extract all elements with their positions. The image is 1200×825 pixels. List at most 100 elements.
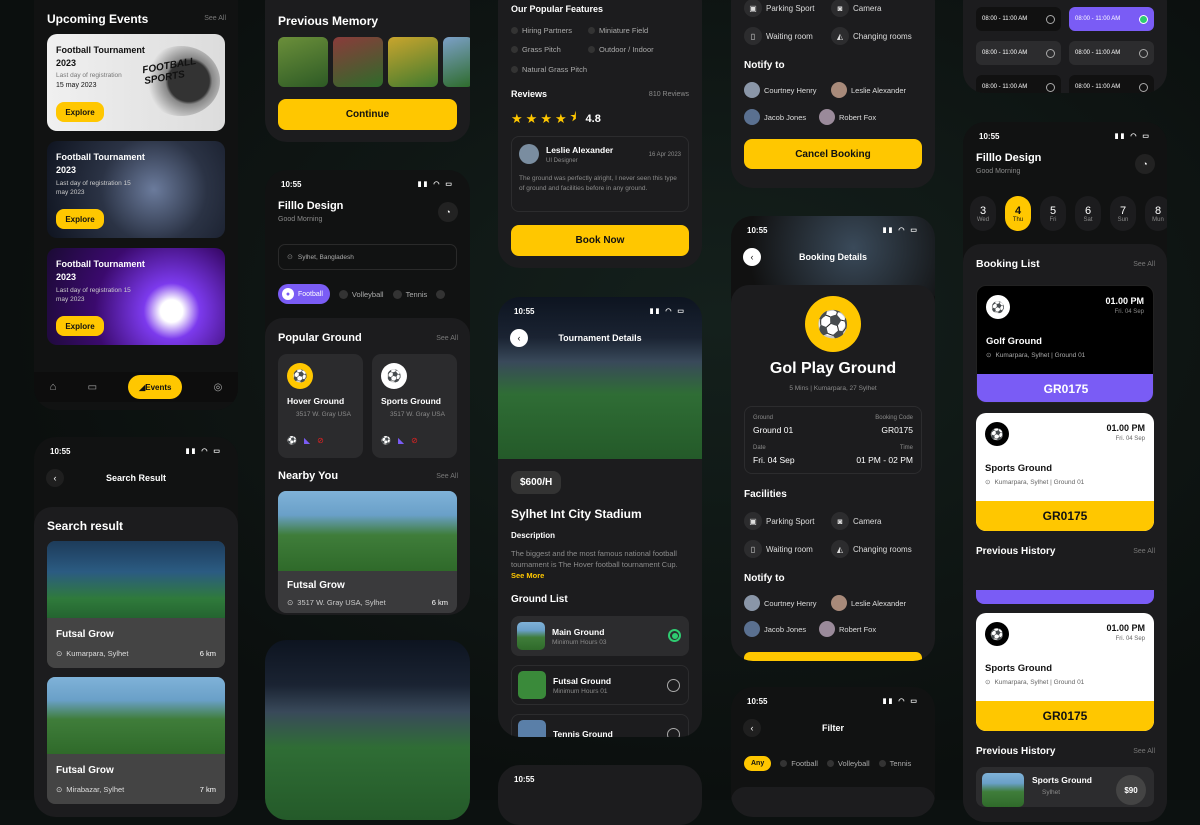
memory-thumb[interactable] xyxy=(278,37,328,87)
check-icon xyxy=(511,66,518,73)
time-slot[interactable]: 08:00 - 11:00 AM xyxy=(1069,75,1154,93)
day-item[interactable]: 8 Mun xyxy=(1145,196,1167,231)
booking-list-screen: 10:55 ▮▮ ◠ ▭ Filllo Design Good Morning ◔… xyxy=(963,122,1167,822)
notification-bell-icon[interactable]: ◔ xyxy=(1135,154,1155,174)
time-slot[interactable]: 08:00 - 11:00 AM xyxy=(976,7,1061,31)
day-item[interactable]: 6 Sat xyxy=(1075,196,1101,231)
avatar xyxy=(744,621,760,637)
ticket-location: ⊙ Kumarpara, Sylhet | Ground 01 xyxy=(985,478,1085,487)
ticket-strip xyxy=(976,590,1154,604)
ground-list-item[interactable]: Tennis Ground xyxy=(511,714,689,737)
see-all-link[interactable]: See All xyxy=(1133,548,1155,555)
ticket-time: 01.00 PM xyxy=(1106,623,1145,633)
booking-ticket[interactable]: ⚽ 01.00 PM Fri. 04 Sep Sports Ground ⊙ Ku… xyxy=(976,613,1154,731)
facilities-title: Facilities xyxy=(744,489,787,500)
cancel-booking-button[interactable]: Cancel Booking xyxy=(744,139,922,169)
review-card: Leslie Alexander UI Designer 16 Apr 2023… xyxy=(511,136,689,212)
sport-tab-football[interactable]: ● Football xyxy=(278,284,330,304)
radio-unselected[interactable] xyxy=(667,679,680,692)
event-card[interactable]: Football Tournament 2023 Last day of reg… xyxy=(47,141,225,238)
booking-ticket[interactable]: ⚽ 01.00 PM Fri. 04 Sep Sports Ground ⊙ Ku… xyxy=(976,413,1154,531)
notify-person[interactable]: Leslie Alexander xyxy=(831,82,906,98)
pin-icon: ⊙ xyxy=(985,679,991,686)
filter-chip-tennis[interactable]: Tennis xyxy=(878,759,911,768)
notify-person[interactable]: Leslie Alexander xyxy=(831,595,906,611)
check-icon xyxy=(511,46,518,53)
explore-button[interactable]: Explore xyxy=(56,316,104,336)
time-slot[interactable]: 08:00 - 11:00 AM xyxy=(1069,41,1154,65)
more-sports-icon[interactable] xyxy=(436,289,446,299)
ground-card[interactable]: ⚽ Sports Ground 3517 W. Gray USA ⚽ ◣ ⊘ xyxy=(372,354,457,458)
time-slot[interactable]: 08:00 - 11:00 AM xyxy=(976,41,1061,65)
profile-icon[interactable]: ◎ xyxy=(214,382,223,393)
filter-chip-any[interactable]: Any xyxy=(744,756,772,771)
nearby-card[interactable]: Futsal Grow ⊙ 3517 W. Gray USA, Sylhet 6 … xyxy=(278,491,457,613)
see-more-link[interactable]: See More xyxy=(511,571,544,580)
section-title: Popular Ground xyxy=(278,332,362,344)
filter-chip-volleyball[interactable]: Volleyball xyxy=(826,759,870,768)
time-slot[interactable]: 08:00 - 11:00 AM xyxy=(976,75,1061,93)
ground-list-item[interactable]: Futsal Ground Minimum Hours 01 xyxy=(511,665,689,705)
radio-selected[interactable] xyxy=(668,629,681,642)
football-icon: ● xyxy=(282,288,294,300)
avatar xyxy=(744,82,760,98)
location-input[interactable]: ⊙ Sylhet, Bangladesh xyxy=(278,244,457,270)
ground-list-item[interactable]: Main Ground Minimum Hours 03 xyxy=(511,616,689,656)
result-card[interactable]: Futsal Grow ⊙ Kumarpara, Sylhet 6 km xyxy=(47,541,225,668)
status-icons: ▮▮ ◠ ▭ xyxy=(649,308,686,315)
see-all-link[interactable]: See All xyxy=(1133,748,1155,755)
history-thumb xyxy=(982,773,1024,807)
continue-button[interactable]: Continue xyxy=(278,99,457,130)
memory-thumb[interactable] xyxy=(333,37,383,87)
home-icon[interactable]: ⌂ xyxy=(50,381,57,393)
memory-thumb[interactable] xyxy=(443,37,470,87)
notify-person[interactable]: Courtney Henry xyxy=(744,595,817,611)
explore-button[interactable]: Explore xyxy=(56,102,104,122)
history-item[interactable]: Sports Ground Sylhet $90 xyxy=(976,767,1154,807)
notify-person[interactable]: Jacob Jones xyxy=(744,621,806,637)
see-all-link[interactable]: See All xyxy=(436,335,458,342)
notification-bell-icon[interactable]: ◔ xyxy=(438,202,458,222)
memory-thumb[interactable] xyxy=(388,37,438,87)
result-card[interactable]: Futsal Grow ⊙ Mirabazar, Sylhet 7 km xyxy=(47,677,225,804)
day-item-selected[interactable]: 4 Thu xyxy=(1005,196,1031,231)
event-card[interactable]: FOOTBALL SPORTS Football Tournament 2023… xyxy=(47,34,225,131)
nav-events-tab[interactable]: ◢ Events xyxy=(128,375,183,399)
radio-unselected xyxy=(1046,82,1055,92)
booking-ticket[interactable]: ⚽ 01.00 PM Fri. 04 Sep Golf Ground ⊙ Kuma… xyxy=(976,285,1154,403)
radio-unselected[interactable] xyxy=(667,728,680,737)
notify-person[interactable]: Courtney Henry xyxy=(744,82,817,98)
shoe-icon: ◣ xyxy=(303,436,311,445)
result-name: Futsal Grow xyxy=(56,765,114,776)
no-smoking-icon: ⊘ xyxy=(317,436,324,445)
radio-unselected xyxy=(1046,48,1055,58)
history-location: Sylhet xyxy=(1042,789,1061,796)
filter-chip-football[interactable]: Football xyxy=(780,759,818,768)
sport-tab-volleyball[interactable]: Volleyball xyxy=(338,289,384,299)
car-icon: ▣ xyxy=(744,512,762,530)
day-item[interactable]: 7 Sun xyxy=(1110,196,1136,231)
ticket-icon[interactable]: ▭ xyxy=(88,382,97,393)
sport-tab-tennis[interactable]: Tennis xyxy=(392,289,427,299)
explore-button[interactable]: Explore xyxy=(56,209,104,229)
see-all-link[interactable]: See All xyxy=(1133,261,1155,268)
radio-unselected xyxy=(1139,48,1148,58)
facility-item: ◙ Camera xyxy=(831,512,881,530)
notify-person[interactable]: Robert Fox xyxy=(819,109,876,125)
ground-card[interactable]: ⚽ Hover Ground 3517 W. Gray USA ⚽ ◣ ⊘ xyxy=(278,354,363,458)
notify-person[interactable]: Jacob Jones xyxy=(744,109,806,125)
filter-screen: 10:55 ▮▮ ◠ ▭ ‹ Filter Any Football Volley… xyxy=(731,687,935,817)
camera-icon: ◙ xyxy=(831,512,849,530)
status-time: 10:55 xyxy=(50,447,71,456)
day-item[interactable]: 3 Wed xyxy=(970,196,996,231)
book-now-button[interactable]: Book Now xyxy=(511,225,689,256)
see-all-link[interactable]: See All xyxy=(204,15,226,22)
event-card[interactable]: Football Tournament 2023 Last day of reg… xyxy=(47,248,225,345)
see-all-link[interactable]: See All xyxy=(436,473,458,480)
action-bar[interactable] xyxy=(744,652,922,661)
result-distance: 6 km xyxy=(199,649,216,658)
time-slot-selected[interactable]: 08:00 - 11:00 AM xyxy=(1069,7,1154,31)
day-item[interactable]: 5 Fri xyxy=(1040,196,1066,231)
notify-person[interactable]: Robert Fox xyxy=(819,621,876,637)
ground-hours: Minimum Hours 03 xyxy=(552,638,607,646)
